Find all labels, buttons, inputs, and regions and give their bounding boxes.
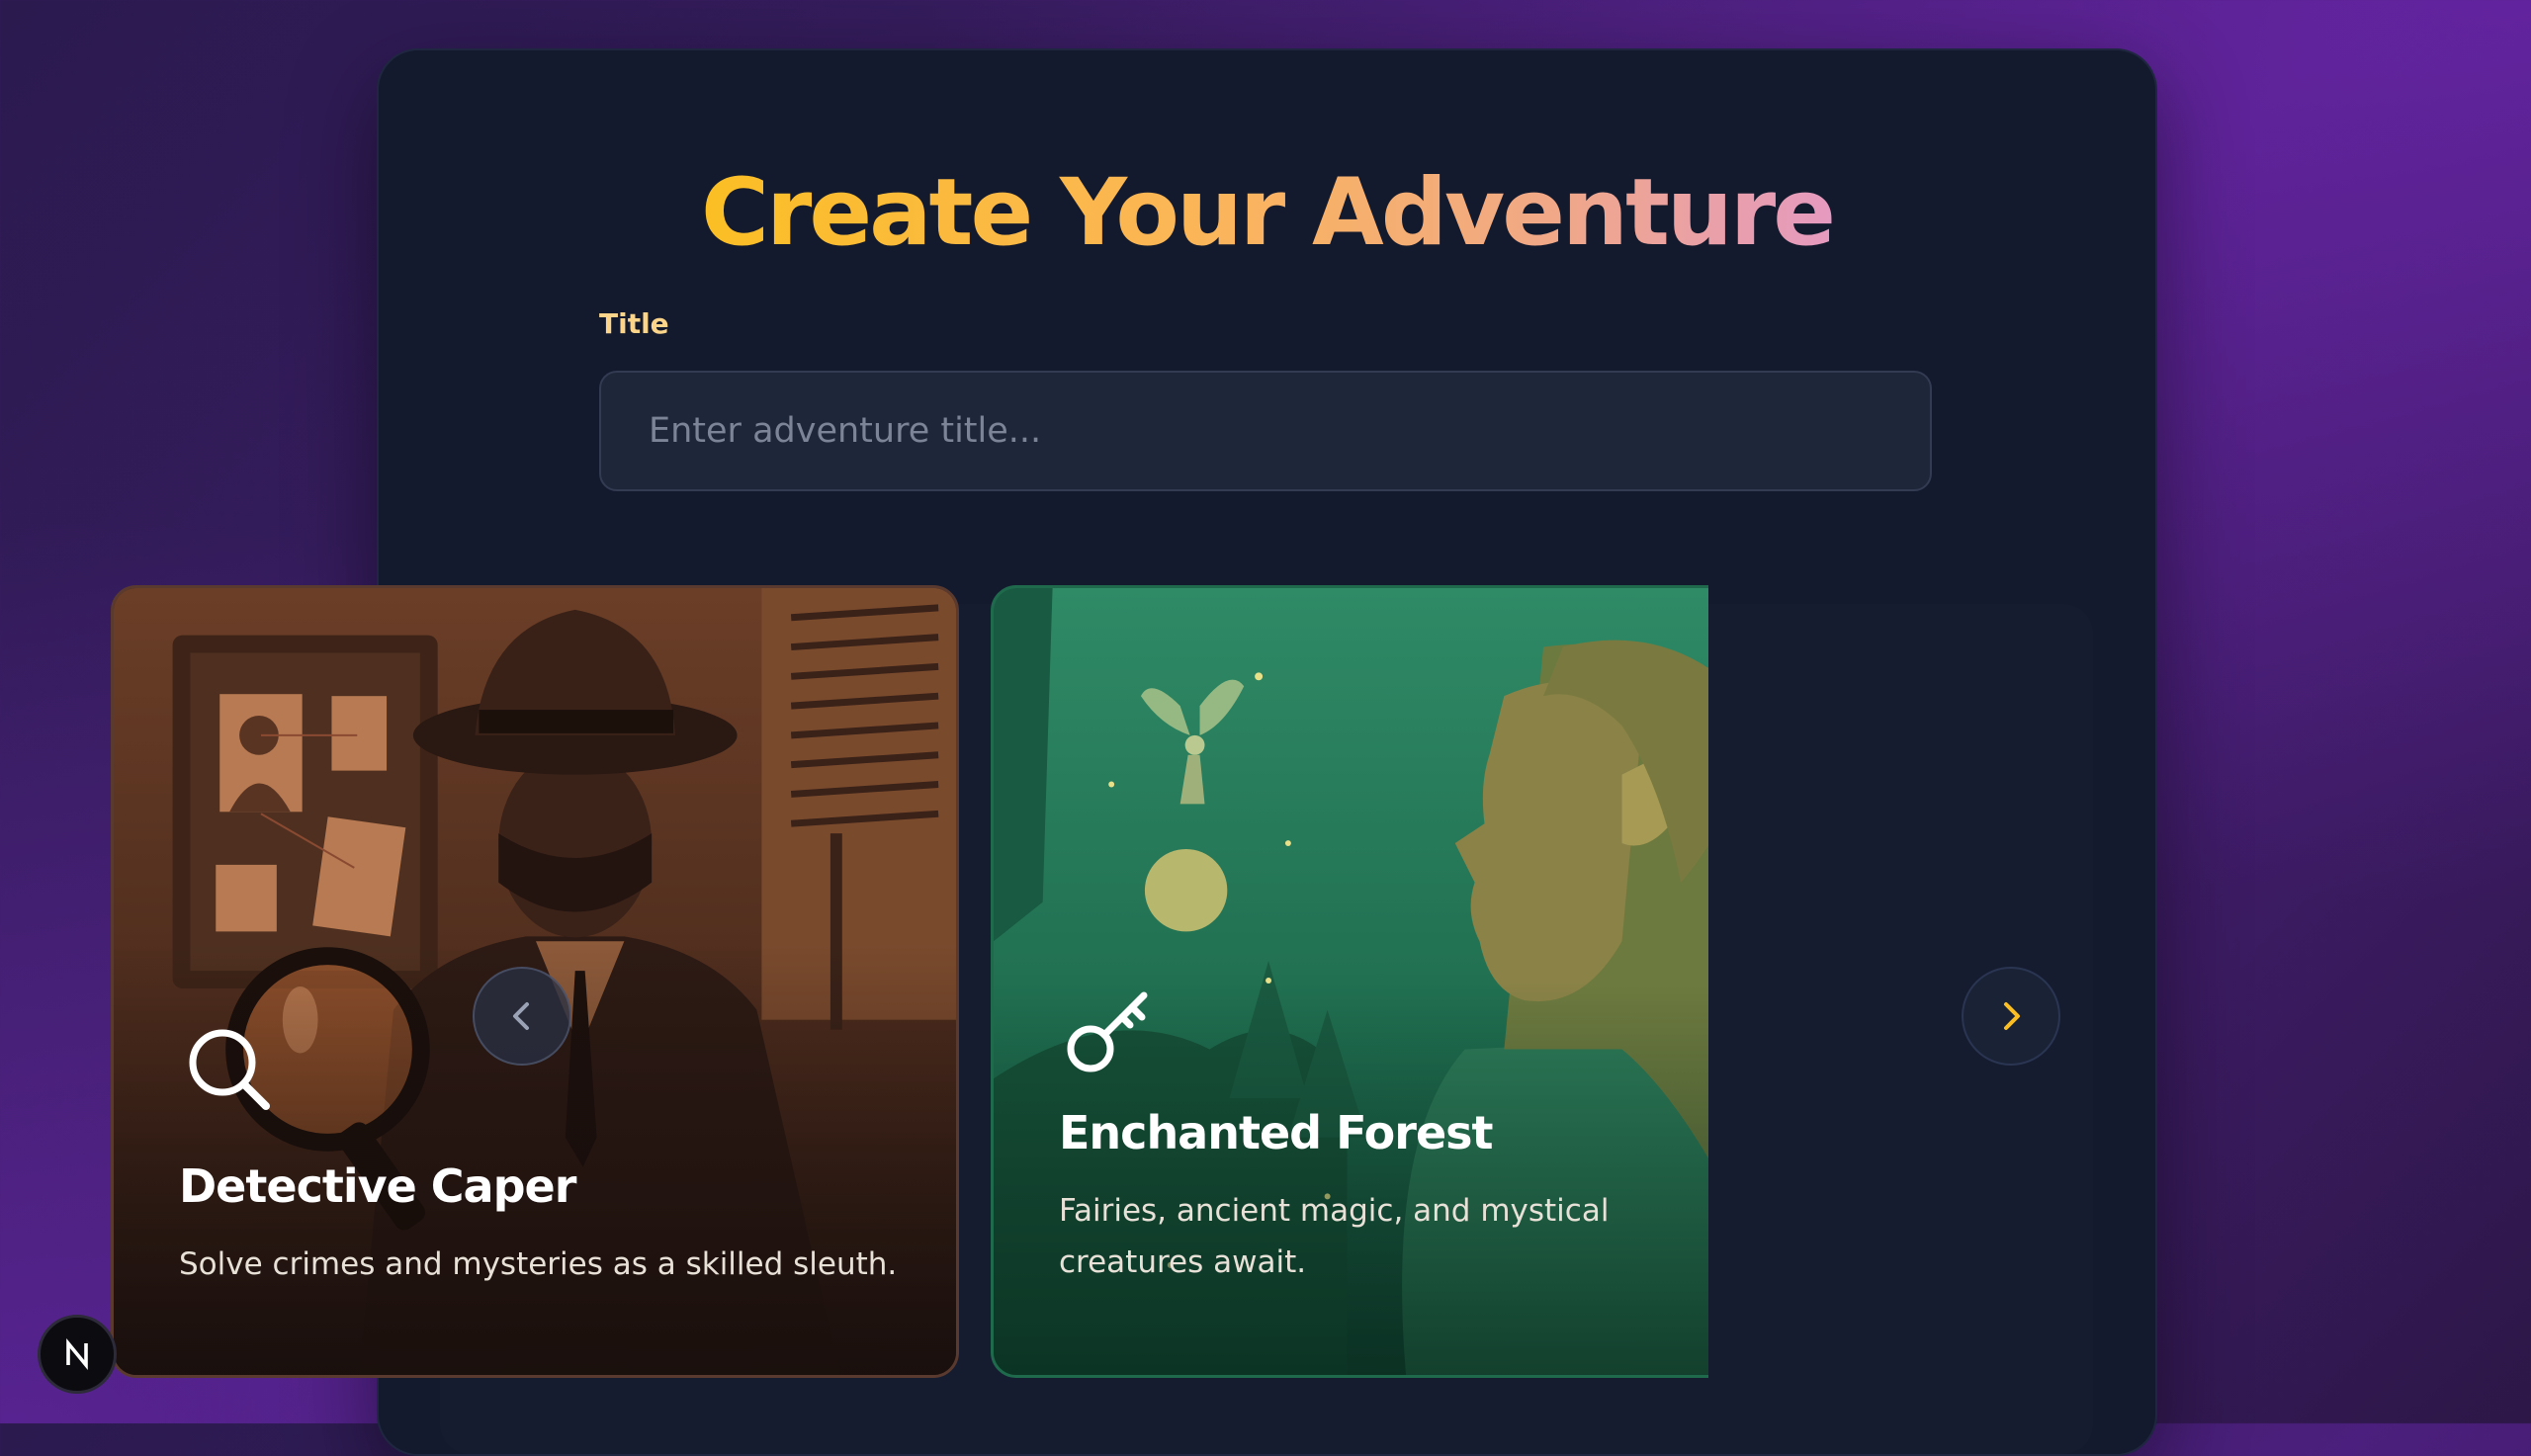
magnifying-glass-icon (189, 1029, 270, 1110)
carousel-next-button[interactable] (1962, 967, 2060, 1066)
adventure-card-enchanted-forest[interactable]: Enchanted Forest Fairies, ancient magic,… (991, 585, 1708, 1378)
card-title: Detective Caper (179, 1159, 576, 1213)
chevron-left-icon (513, 1002, 529, 1030)
nextjs-logo-icon (66, 1337, 88, 1371)
card-title: Enchanted Forest (1059, 1106, 1494, 1159)
key-icon (1067, 991, 1148, 1072)
chevron-right-icon (2004, 1002, 2020, 1030)
carousel-prev-button[interactable] (473, 967, 571, 1066)
card-description: Solve crimes and mysteries as a skilled … (179, 1246, 898, 1282)
nextjs-badge-button[interactable] (38, 1315, 117, 1394)
title-label: Title (599, 307, 669, 340)
adventure-carousel: Detective Caper Solve crimes and mysteri… (111, 585, 1708, 1382)
card-description: Fairies, ancient magic, and mystical cre… (1059, 1193, 1610, 1280)
title-input[interactable] (599, 371, 1932, 491)
page-title: Create Your Adventure (701, 159, 1836, 267)
